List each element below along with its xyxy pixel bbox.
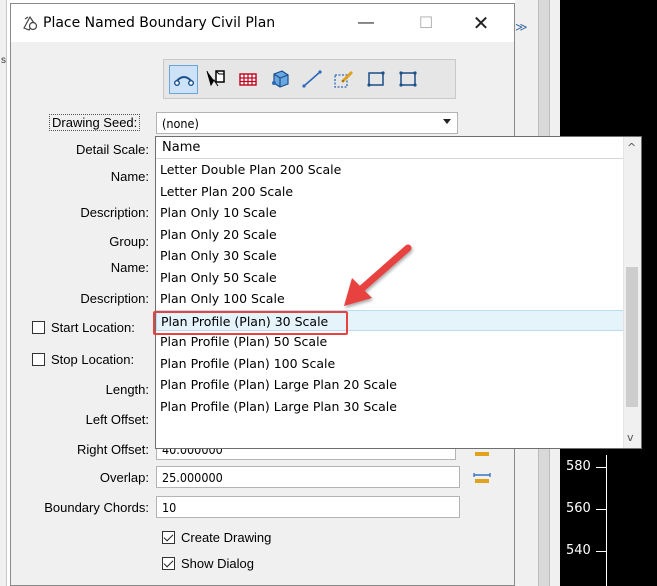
stop-location-checkbox-row[interactable]: Stop Location:: [32, 352, 134, 367]
overlap-label: Overlap:: [99, 470, 149, 485]
stop-location-checkbox[interactable]: [32, 353, 45, 366]
measure-icon[interactable]: [473, 448, 491, 460]
measure-icon[interactable]: [473, 472, 491, 484]
3d-cut-icon[interactable]: [265, 65, 294, 94]
shape-icon[interactable]: [393, 65, 422, 94]
place-boundary-icon: [23, 15, 38, 31]
scroll-thumb[interactable]: [626, 267, 638, 407]
close-button[interactable]: ✕: [466, 10, 496, 36]
cross-section-grid-icon[interactable]: [233, 65, 262, 94]
civil-profile-tool-icon[interactable]: [201, 65, 230, 94]
right-offset-label: Right Offset:: [76, 442, 149, 457]
from-element-icon[interactable]: [329, 65, 358, 94]
drawing-seed-value: (none): [162, 116, 199, 131]
name-label: Name:: [110, 169, 149, 184]
background-left-edge: s: [0, 0, 7, 586]
axis-tick: [596, 467, 606, 468]
chevron-down-icon[interactable]: ≫: [515, 20, 528, 34]
create-drawing-checkbox[interactable]: [162, 531, 175, 544]
drawing-seed-select[interactable]: (none): [156, 112, 458, 134]
list-item[interactable]: Letter Double Plan 200 Scale: [156, 159, 634, 181]
list-scrollbar[interactable]: ^ v: [623, 137, 641, 448]
list-item[interactable]: Plan Profile (Plan) Large Plan 20 Scale: [156, 374, 634, 396]
list-header-name[interactable]: Name: [156, 137, 640, 159]
dropdown-arrow-icon: [443, 119, 451, 124]
boundary-chords-label: Boundary Chords:: [44, 500, 149, 515]
length-label: Length:: [105, 382, 149, 397]
window-title: Place Named Boundary Civil Plan: [43, 15, 276, 31]
list-item[interactable]: Plan Profile (Plan) 100 Scale: [156, 353, 634, 375]
scroll-up-icon[interactable]: ^: [627, 141, 636, 154]
description-label-2: Description:: [80, 291, 149, 306]
list-item[interactable]: Letter Plan 200 Scale: [156, 181, 634, 203]
civil-plan-tool-icon[interactable]: [169, 64, 198, 94]
method-toolbar: [163, 59, 456, 99]
show-dialog-checkbox[interactable]: [162, 557, 175, 570]
name-label-2: Name:: [110, 260, 149, 275]
axis-label: 540: [566, 543, 591, 558]
axis-tick: [596, 509, 606, 510]
scroll-down-icon[interactable]: v: [627, 431, 634, 444]
show-dialog-checkbox-row[interactable]: Show Dialog: [162, 556, 254, 571]
title-bar[interactable]: Place Named Boundary Civil Plan — ☐ ✕: [11, 4, 514, 42]
profile-axis-line: [606, 455, 607, 586]
view-rectangle-icon[interactable]: [361, 65, 390, 94]
axis-label: 580: [566, 459, 591, 474]
start-location-label: Start Location:: [51, 320, 135, 335]
drawing-seed-label: Drawing Seed:: [49, 114, 141, 131]
boundary-chords-input[interactable]: 10: [156, 496, 460, 518]
maximize-button[interactable]: ☐: [411, 10, 441, 36]
minimize-button[interactable]: —: [351, 10, 381, 36]
left-offset-label: Left Offset:: [85, 412, 149, 427]
two-point-line-icon[interactable]: [297, 65, 326, 94]
start-location-checkbox[interactable]: [32, 321, 45, 334]
group-label: Group:: [109, 234, 149, 249]
create-drawing-checkbox-row[interactable]: Create Drawing: [162, 530, 271, 545]
highlight-annotation-box: [153, 311, 348, 335]
annotation-arrow-icon: [344, 244, 412, 306]
axis-tick: [596, 551, 606, 552]
start-location-checkbox-row[interactable]: Start Location:: [32, 320, 135, 335]
axis-label: 560: [566, 501, 591, 516]
stop-location-label: Stop Location:: [51, 352, 135, 367]
create-drawing-label: Create Drawing: [181, 530, 272, 545]
show-dialog-label: Show Dialog: [181, 556, 254, 571]
list-item[interactable]: Plan Only 10 Scale: [156, 202, 634, 224]
overlap-input[interactable]: 25.000000: [156, 466, 460, 488]
description-label: Description:: [80, 205, 149, 220]
list-item[interactable]: Plan Profile (Plan) Large Plan 30 Scale: [156, 396, 634, 418]
detail-scale-label: Detail Scale:: [76, 142, 149, 157]
